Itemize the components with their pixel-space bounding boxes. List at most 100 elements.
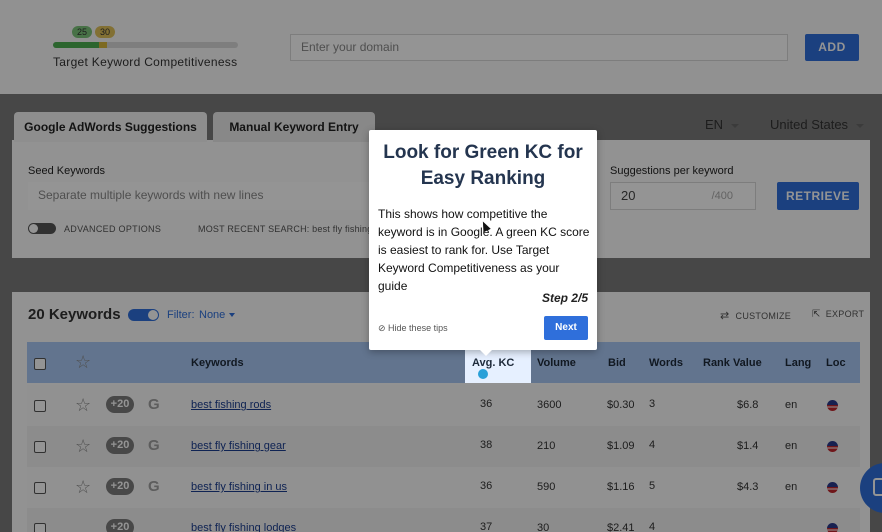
keyword-link[interactable]: best fly fishing in us	[191, 481, 287, 493]
tip-body: This shows how competitive the keyword i…	[378, 207, 590, 293]
select-all-checkbox[interactable]	[34, 358, 46, 370]
star-icon[interactable]: ☆	[75, 396, 91, 414]
tour-tip-popup: Look for Green KC for Easy Ranking This …	[369, 130, 597, 356]
col-lang[interactable]: Lang	[785, 357, 811, 369]
col-bid[interactable]: Bid	[608, 357, 626, 369]
row-checkbox[interactable]	[34, 441, 46, 453]
lang-value: en	[785, 481, 798, 493]
language-select[interactable]: EN	[705, 117, 740, 132]
seed-keywords-input[interactable]: Separate multiple keywords with new line…	[28, 182, 378, 210]
suggestions-input[interactable]: 20 /400	[610, 182, 756, 210]
tab-google-adwords[interactable]: Google AdWords Suggestions	[14, 112, 207, 142]
star-icon[interactable]: ☆	[75, 478, 91, 496]
col-loc[interactable]: Loc	[826, 357, 846, 369]
bid-value: $0.30	[607, 399, 635, 411]
advanced-options-toggle[interactable]	[28, 223, 56, 234]
words-value: 5	[649, 480, 656, 492]
results-toggle[interactable]	[128, 309, 159, 321]
volume-value: 210	[537, 440, 556, 452]
filter-label: Filter:	[167, 309, 195, 321]
kc-value: 37	[480, 521, 493, 532]
chevron-down-icon	[731, 123, 740, 128]
google-icon[interactable]: G	[148, 438, 160, 454]
google-icon[interactable]: G	[148, 479, 160, 495]
filter-value: None	[199, 309, 226, 321]
hide-tips-label: Hide these tips	[388, 323, 448, 333]
add-button[interactable]: ADD	[805, 34, 859, 61]
export-label: EXPORT	[825, 309, 865, 319]
kc-value-high: 30	[95, 26, 115, 38]
next-button[interactable]: Next	[544, 316, 588, 340]
filter-select[interactable]: None	[199, 309, 236, 321]
us-flag-icon	[827, 523, 838, 532]
chevron-down-icon	[856, 123, 865, 128]
export-icon: ⇱	[812, 309, 821, 320]
volume-value: 3600	[537, 399, 562, 411]
row-checkbox[interactable]	[34, 400, 46, 412]
table-row: ☆ +20 G best fly fishing in us 36 590 $1…	[27, 467, 860, 508]
keyword-link[interactable]: best fly fishing gear	[191, 440, 286, 452]
domain-input[interactable]: Enter your domain	[290, 34, 788, 61]
tip-pointer-arrow	[480, 350, 492, 356]
col-keywords[interactable]: Keywords	[191, 357, 244, 369]
toggle-knob	[29, 224, 38, 233]
rank-value: $4.3	[737, 481, 759, 493]
recent-search-label: MOST RECENT SEARCH: best fly fishing	[198, 224, 373, 234]
keyword-count: 20 Keywords	[28, 306, 121, 323]
words-value: 3	[649, 398, 656, 410]
tip-beacon-dot[interactable]	[478, 369, 488, 379]
us-flag-icon	[827, 482, 838, 493]
chat-icon	[873, 478, 882, 496]
row-checkbox[interactable]	[34, 523, 46, 532]
chevron-down-icon	[229, 313, 236, 318]
keyword-link[interactable]: best fishing rods	[191, 399, 271, 411]
hide-tips-link[interactable]: ⊘ Hide these tips	[378, 323, 448, 334]
country-select[interactable]: United States	[770, 117, 865, 132]
kc-label: Target Keyword Competitiveness	[53, 55, 238, 69]
volume-value: 590	[537, 481, 556, 493]
retrieve-button[interactable]: RETRIEVE	[777, 182, 859, 210]
col-rank-value[interactable]: Rank Value	[703, 357, 762, 369]
spotlight-avg-kc-label: Avg. KC	[472, 357, 515, 369]
kc-value: 36	[480, 480, 493, 492]
bid-value: $1.16	[607, 481, 635, 493]
words-value: 4	[649, 439, 656, 451]
customize-button[interactable]: ⇄ CUSTOMIZE	[720, 309, 791, 322]
kc-progress-fill	[53, 42, 99, 48]
lang-value: en	[785, 399, 798, 411]
keyword-link[interactable]: best fly fishing lodges	[191, 522, 296, 532]
star-icon[interactable]: ☆	[75, 353, 91, 371]
suggestions-max: /400	[711, 190, 733, 202]
suggestions-value: 20	[621, 188, 636, 203]
expand-badge[interactable]: +20	[106, 396, 134, 413]
domain-placeholder: Enter your domain	[301, 40, 400, 54]
kc-value: 38	[480, 439, 493, 451]
ban-icon: ⊘	[378, 323, 389, 333]
country-value: United States	[770, 117, 849, 132]
customize-label: CUSTOMIZE	[735, 311, 792, 321]
words-value: 4	[649, 521, 656, 532]
row-checkbox[interactable]	[34, 482, 46, 494]
volume-value: 30	[537, 522, 550, 532]
table-row: ☆ +20 G best fishing rods 36 3600 $0.30 …	[27, 385, 860, 426]
kc-progress-bar	[53, 42, 238, 48]
col-volume[interactable]: Volume	[537, 357, 576, 369]
seed-keywords-label: Seed Keywords	[28, 165, 106, 177]
us-flag-icon	[827, 441, 838, 452]
google-icon[interactable]: G	[148, 397, 160, 413]
tip-step: Step 2/5	[541, 291, 588, 305]
kc-value-low: 25	[72, 26, 92, 38]
tab-manual-entry[interactable]: Manual Keyword Entry	[213, 112, 375, 142]
advanced-options-label: ADVANCED OPTIONS	[64, 224, 162, 234]
expand-badge[interactable]: +20	[106, 478, 134, 495]
export-button[interactable]: ⇱ EXPORT	[812, 309, 864, 320]
star-icon[interactable]: ☆	[75, 437, 91, 455]
expand-badge[interactable]: +20	[106, 437, 134, 454]
table-row: +20 best fly fishing lodges 37 30 $2.41 …	[27, 508, 860, 532]
lang-value: en	[785, 440, 798, 452]
col-words[interactable]: Words	[649, 357, 683, 369]
expand-badge[interactable]: +20	[106, 519, 134, 532]
sliders-icon: ⇄	[720, 310, 730, 322]
kc-value: 36	[480, 398, 493, 410]
rank-value: $6.8	[737, 399, 759, 411]
